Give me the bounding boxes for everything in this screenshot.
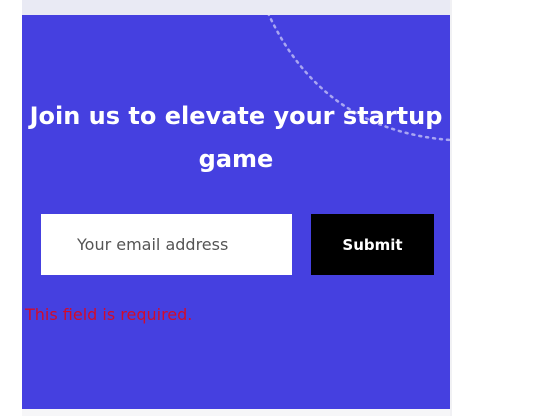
newsletter-panel: Join us to elevate your startup game Sub… (22, 15, 450, 409)
top-strip (22, 0, 450, 15)
submit-button[interactable]: Submit (311, 214, 434, 275)
email-input[interactable] (41, 214, 292, 275)
left-gutter (0, 0, 22, 416)
dotted-arc-decoration (267, 15, 450, 142)
newsletter-heading: Join us to elevate your startup game (29, 102, 443, 173)
email-error-message: This field is required. (25, 305, 193, 324)
right-edge (450, 0, 452, 416)
bottom-strip (22, 409, 450, 416)
